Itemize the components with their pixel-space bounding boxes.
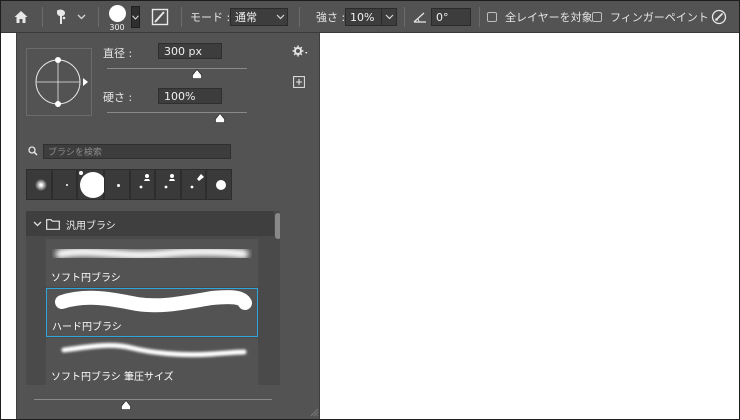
chevron-down-icon (385, 14, 393, 20)
brush-size-readout: 300 (109, 23, 125, 32)
recent-brush-pressure-dot[interactable] (129, 169, 156, 200)
size-slider-track[interactable] (107, 68, 247, 69)
chevron-down-icon (132, 14, 139, 20)
pressure-person-icon (165, 174, 176, 189)
home-button[interactable] (9, 1, 33, 33)
document-canvas[interactable] (320, 33, 739, 419)
checkbox-box (487, 12, 497, 22)
brush-item-soft-round[interactable]: ソフト円ブラシ (46, 239, 258, 287)
app-window: 300 モード : 通常 強さ: 10% 0° 全レイヤーを対象 フィンガーペ… (0, 0, 740, 420)
brush-angle-roundness-widget (35, 57, 88, 107)
options-bar: 300 モード : 通常 強さ: 10% 0° 全レイヤーを対象 フィンガーペ… (1, 1, 739, 33)
recent-brush-soft-round[interactable] (26, 169, 52, 200)
stylus-icon (190, 174, 204, 189)
checkbox-box (592, 12, 602, 22)
pressure-button[interactable] (711, 1, 727, 33)
brush-tip-preview (108, 5, 126, 22)
brush-settings-button[interactable] (151, 1, 169, 33)
recent-brush-medium-dot[interactable] (206, 169, 232, 200)
angle-value: 0° (431, 8, 471, 26)
brush-preset-list: 汎用ブラシ ソフト円ブラシ ハード円ブラシ ソフト円ブラシ 筆圧サイズ (26, 211, 280, 385)
size-input[interactable]: 300 px (158, 43, 222, 59)
size-label: 直径 : (103, 47, 133, 60)
gear-icon[interactable] (292, 45, 308, 57)
soft-round-stroke-preview (55, 247, 249, 260)
recent-brush-pressure-dot-2[interactable] (155, 169, 181, 200)
sample-all-layers-checkbox[interactable]: 全レイヤーを対象 (487, 1, 593, 33)
chevron-down-icon[interactable] (33, 221, 42, 227)
pressure-icon (711, 9, 727, 25)
search-icon (28, 146, 38, 156)
brush-name: ソフト円ブラシ 筆圧サイズ (51, 372, 174, 383)
brush-name: ソフト円ブラシ (51, 273, 121, 284)
preview-size-slider-thumb[interactable] (121, 400, 131, 410)
chevron-down-icon (77, 14, 86, 20)
mode-select[interactable]: 通常 (230, 1, 288, 33)
brush-group-name: 汎用ブラシ (66, 221, 116, 232)
brush-settings-icon (151, 8, 169, 26)
brush-group-general[interactable]: 汎用ブラシ (26, 211, 274, 236)
hardness-slider-track[interactable] (107, 112, 247, 113)
soft-pressure-stroke-preview (61, 342, 247, 358)
brush-item-hard-round[interactable]: ハード円ブラシ (46, 288, 258, 337)
recent-brush-stylus-dot[interactable] (180, 169, 207, 200)
sample-all-layers-label: 全レイヤーを対象 (505, 11, 593, 24)
brush-tip-shape-preview[interactable] (26, 48, 92, 116)
smudge-tool-icon (57, 9, 66, 24)
strength-dropdown[interactable] (382, 8, 397, 26)
folder-icon (46, 219, 60, 230)
brush-list-scrollbar-thumb[interactable] (275, 213, 280, 239)
finger-painting-label: フィンガーペイント (610, 11, 709, 24)
smudge-tool-preset-button[interactable] (53, 1, 86, 33)
home-icon (14, 11, 28, 23)
chevron-down-icon (276, 14, 284, 20)
strength-label: 強さ : (316, 11, 346, 24)
brush-search-input[interactable]: ブラシを検索 (43, 144, 231, 159)
finger-painting-checkbox[interactable]: フィンガーペイント (592, 1, 709, 33)
brush-preset-panel: 直径 : 300 px 硬さ : 100% ブラシを検索 汎用ブラシ ソフト円ブ… (16, 33, 320, 419)
pressure-person-icon (139, 174, 150, 189)
brush-name: ハード円ブラシ (52, 322, 122, 333)
hardness-label: 硬さ : (103, 91, 133, 104)
resize-grip-icon[interactable] (309, 407, 319, 417)
new-preset-icon[interactable] (293, 76, 305, 88)
hardness-input[interactable]: 100% (158, 88, 222, 104)
hardness-slider-thumb[interactable] (215, 113, 225, 123)
size-slider-thumb[interactable] (192, 69, 202, 79)
brush-picker-toggle[interactable] (131, 1, 140, 33)
recent-brushes-strip (26, 169, 232, 200)
strength-value: 10% (345, 8, 382, 26)
mode-label: モード : (190, 11, 231, 24)
brush-angle-icon-wrap (413, 1, 427, 33)
angle-field[interactable]: 0° (431, 1, 471, 33)
hard-round-stroke-preview (55, 290, 252, 313)
recent-brush-tiny-dot[interactable] (51, 169, 78, 200)
recent-brush-hard-round-large[interactable] (77, 169, 107, 200)
recent-brush-small-dot[interactable] (104, 169, 130, 200)
angle-icon (413, 12, 426, 23)
brush-preset-picker[interactable]: 300 (105, 1, 129, 33)
brush-item-soft-round-pressure[interactable]: ソフト円ブラシ 筆圧サイズ (46, 338, 258, 385)
preview-size-slider-track[interactable] (34, 399, 272, 400)
strength-field[interactable]: 10% (345, 1, 397, 33)
